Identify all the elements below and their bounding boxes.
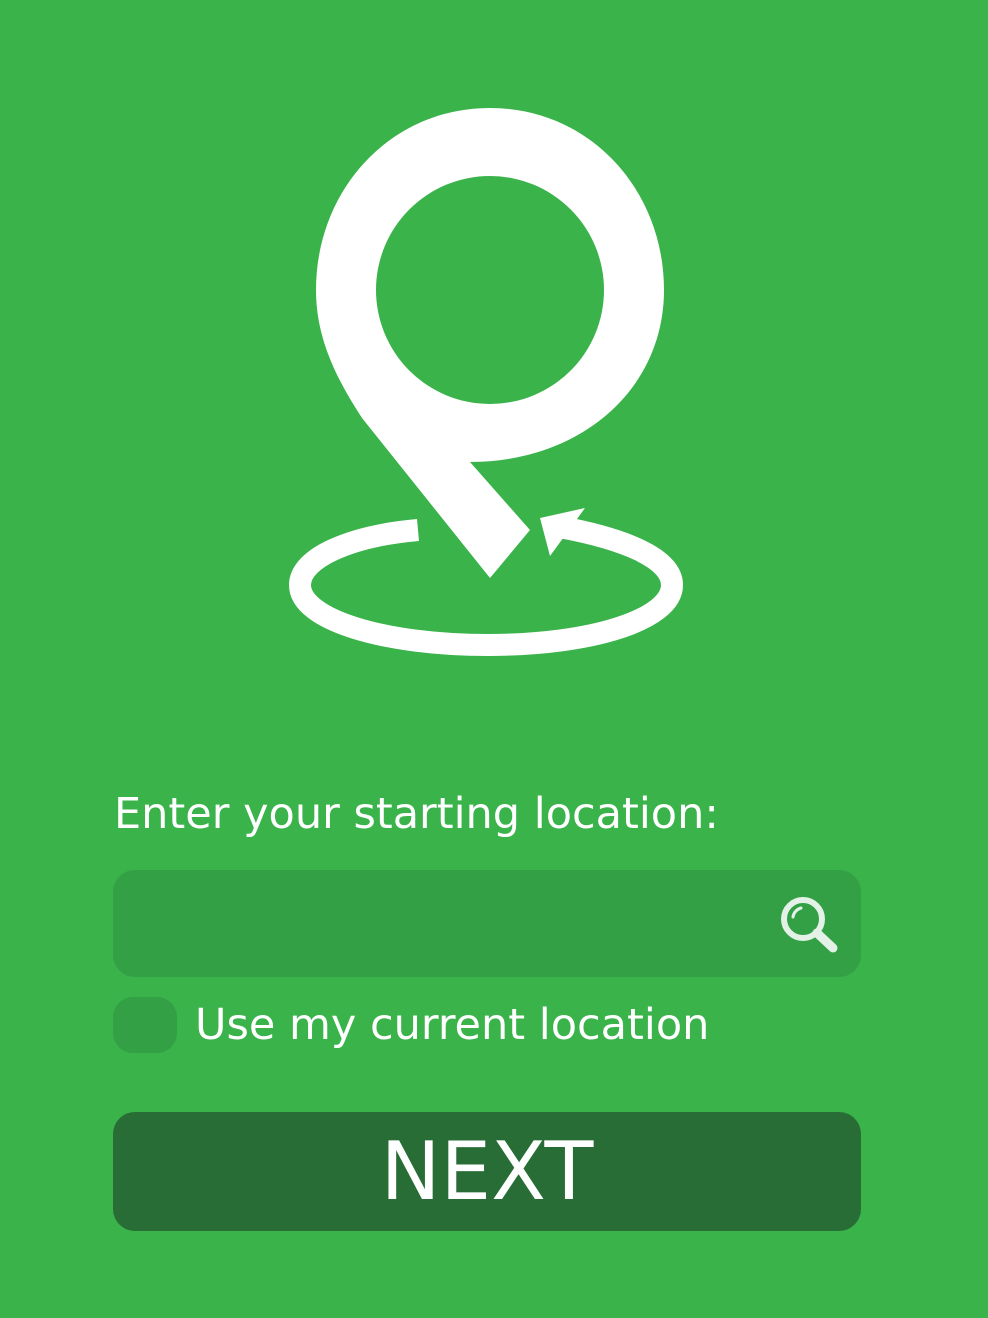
location-search-input[interactable] xyxy=(141,870,761,977)
pin-hole xyxy=(376,176,604,404)
location-pin-logo-icon xyxy=(288,108,684,657)
starting-location-label: Enter your starting location: xyxy=(114,789,719,839)
search-icon[interactable] xyxy=(777,893,841,957)
start-location-screen: Enter your starting location: Use my cur… xyxy=(0,0,988,1318)
use-current-location-label: Use my current location xyxy=(195,1000,710,1050)
location-search-box[interactable] xyxy=(113,870,861,977)
next-button[interactable]: NEXT xyxy=(113,1112,861,1231)
use-current-location-checkbox[interactable] xyxy=(113,997,177,1053)
use-current-location-option[interactable]: Use my current location xyxy=(113,996,709,1054)
